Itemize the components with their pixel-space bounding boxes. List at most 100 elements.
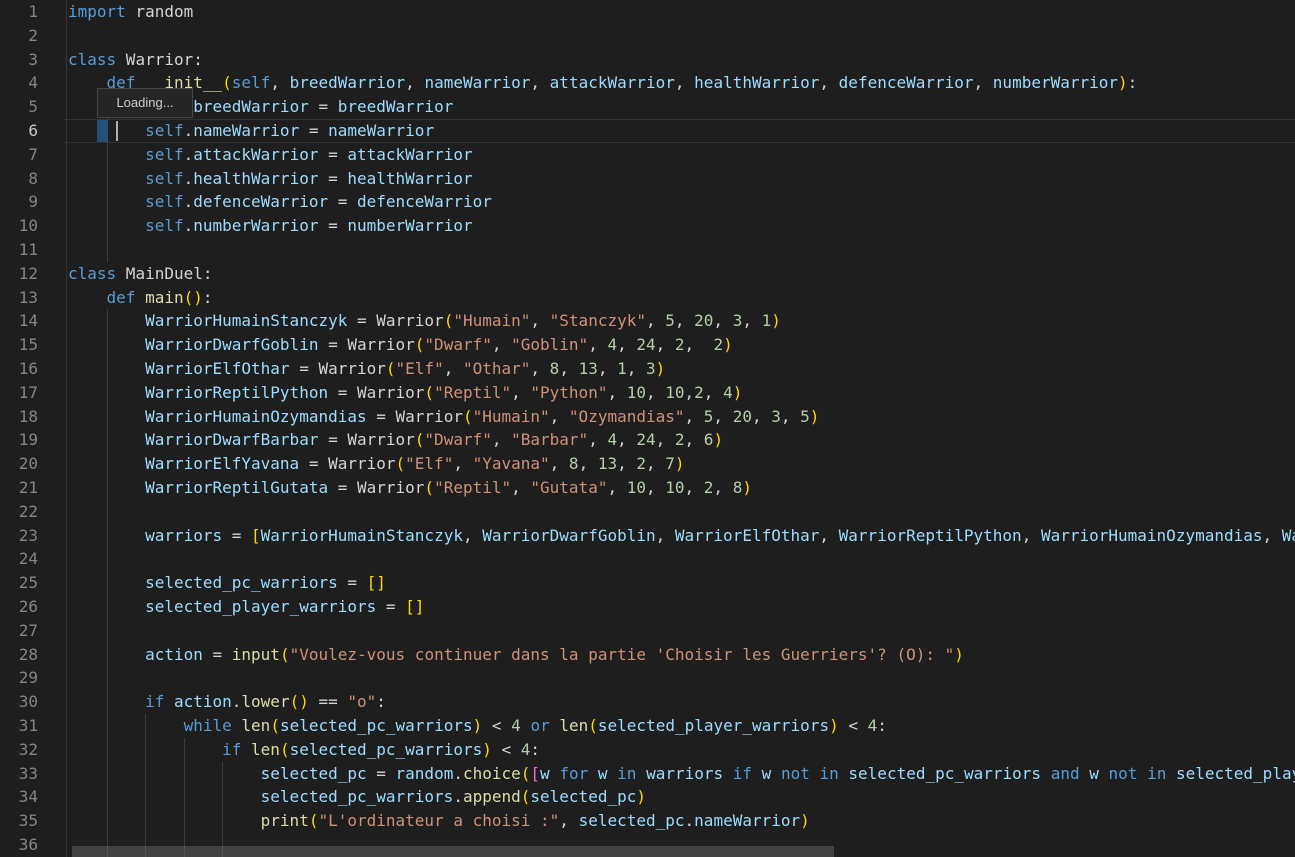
code-line[interactable]: WarriorReptilPython = Warrior("Reptil", … bbox=[63, 381, 1295, 405]
token-pl bbox=[68, 121, 145, 140]
token-pl: = bbox=[328, 192, 357, 211]
code-line[interactable]: self.attackWarrior = attackWarrior bbox=[63, 143, 1295, 167]
line-number[interactable]: 7 bbox=[0, 143, 38, 167]
line-number[interactable]: 9 bbox=[0, 190, 38, 214]
line-number[interactable]: 18 bbox=[0, 405, 38, 429]
horizontal-scrollbar-thumb[interactable] bbox=[72, 846, 834, 857]
line-number[interactable]: 21 bbox=[0, 476, 38, 500]
code-line[interactable]: def __init__(self, breedWarrior, nameWar… bbox=[63, 71, 1295, 95]
line-number[interactable]: 27 bbox=[0, 619, 38, 643]
line-number[interactable]: 15 bbox=[0, 333, 38, 357]
line-number[interactable]: 14 bbox=[0, 309, 38, 333]
code-line[interactable]: selected_pc_warriors = [] bbox=[63, 571, 1295, 595]
line-number[interactable]: 17 bbox=[0, 381, 38, 405]
code-line[interactable]: print("L'ordinateur a choisi :", selecte… bbox=[63, 809, 1295, 833]
code-line[interactable]: warriors = [WarriorHumainStanczyk, Warri… bbox=[63, 524, 1295, 548]
line-number[interactable]: 34 bbox=[0, 785, 38, 809]
line-number[interactable]: 11 bbox=[0, 238, 38, 262]
token-pl: , bbox=[781, 407, 800, 426]
line-number[interactable]: 29 bbox=[0, 666, 38, 690]
line-number[interactable]: 19 bbox=[0, 428, 38, 452]
token-vr: random bbox=[396, 764, 454, 783]
code-line[interactable]: import random bbox=[63, 0, 1295, 24]
code-line[interactable]: self.defenceWarrior = defenceWarrior bbox=[63, 190, 1295, 214]
code-line[interactable]: WarriorElfYavana = Warrior("Elf", "Yavan… bbox=[63, 452, 1295, 476]
line-number[interactable]: 32 bbox=[0, 738, 38, 762]
line-number[interactable]: 13 bbox=[0, 286, 38, 310]
token-kw: not bbox=[1109, 764, 1138, 783]
token-pl: , bbox=[819, 73, 838, 92]
line-number[interactable]: 3 bbox=[0, 48, 38, 72]
code-line[interactable]: self.healthWarrior = healthWarrior bbox=[63, 167, 1295, 191]
code-editor[interactable]: 1234567891011121314151617181920212223242… bbox=[0, 0, 1295, 857]
token-pl: , bbox=[656, 430, 675, 449]
line-number[interactable]: 5 bbox=[0, 95, 38, 119]
line-number[interactable]: 25 bbox=[0, 571, 38, 595]
line-number[interactable]: 2 bbox=[0, 24, 38, 48]
line-number[interactable]: 6 bbox=[0, 119, 38, 143]
code-line[interactable]: WarriorHumainStanczyk = Warrior("Humain"… bbox=[63, 309, 1295, 333]
token-pl: = Warrior bbox=[328, 478, 424, 497]
code-line[interactable]: WarriorReptilGutata = Warrior("Reptil", … bbox=[63, 476, 1295, 500]
line-number[interactable]: 28 bbox=[0, 643, 38, 667]
token-pl: < bbox=[492, 740, 521, 759]
code-line[interactable]: class Warrior: bbox=[63, 48, 1295, 72]
line-number[interactable]: 23 bbox=[0, 524, 38, 548]
code-line[interactable]: self.nameWarrior = nameWarrior bbox=[63, 119, 1295, 143]
token-vr: action bbox=[174, 692, 232, 711]
code-line[interactable] bbox=[63, 24, 1295, 48]
token-vr: selected_pc_warriors bbox=[848, 764, 1041, 783]
code-line[interactable]: WarriorDwarfGoblin = Warrior("Dwarf", "G… bbox=[63, 333, 1295, 357]
code-line[interactable]: selected_pc = random.choice([w for w in … bbox=[63, 762, 1295, 786]
code-line[interactable] bbox=[63, 666, 1295, 690]
code-line[interactable]: WarriorHumainOzymandias = Warrior("Humai… bbox=[63, 405, 1295, 429]
code-line[interactable]: def main(): bbox=[63, 286, 1295, 310]
code-line[interactable]: selected_player_warriors = [] bbox=[63, 595, 1295, 619]
token-pl: = bbox=[367, 764, 396, 783]
token-fn: len bbox=[251, 740, 280, 759]
code-line[interactable] bbox=[63, 238, 1295, 262]
code-line[interactable]: if len(selected_pc_warriors) < 4: bbox=[63, 738, 1295, 762]
token-nm: 4 bbox=[868, 716, 878, 735]
line-number[interactable]: 1 bbox=[0, 0, 38, 24]
token-nm: 13 bbox=[598, 454, 617, 473]
code-line[interactable]: WarriorElfOthar = Warrior("Elf", "Othar"… bbox=[63, 357, 1295, 381]
line-number[interactable]: 24 bbox=[0, 547, 38, 571]
code-line[interactable] bbox=[63, 619, 1295, 643]
code-line[interactable]: self.numberWarrior = numberWarrior bbox=[63, 214, 1295, 238]
code-line[interactable]: if action.lower() == "o": bbox=[63, 690, 1295, 714]
line-number[interactable]: 12 bbox=[0, 262, 38, 286]
token-pl: , bbox=[579, 454, 598, 473]
line-number[interactable]: 31 bbox=[0, 714, 38, 738]
code-line[interactable]: while len(selected_pc_warriors) < 4 or l… bbox=[63, 714, 1295, 738]
code-area[interactable]: import random class Warrior: def __init__… bbox=[63, 0, 1295, 857]
token-pl: : bbox=[1128, 73, 1138, 92]
code-line[interactable]: action = input("Voulez-vous continuer da… bbox=[63, 643, 1295, 667]
line-number[interactable]: 26 bbox=[0, 595, 38, 619]
token-kw: while bbox=[184, 716, 232, 735]
token-pl bbox=[68, 764, 261, 783]
token-pl bbox=[68, 811, 261, 830]
token-vr: WarriorDwarfGoblin bbox=[145, 335, 318, 354]
line-number[interactable]: 16 bbox=[0, 357, 38, 381]
code-line[interactable]: WarriorDwarfBarbar = Warrior("Dwarf", "B… bbox=[63, 428, 1295, 452]
line-number[interactable]: 35 bbox=[0, 809, 38, 833]
line-number[interactable]: 4 bbox=[0, 71, 38, 95]
code-line[interactable] bbox=[63, 547, 1295, 571]
token-nm: 2 bbox=[694, 383, 704, 402]
line-number[interactable]: 33 bbox=[0, 762, 38, 786]
code-line[interactable]: class MainDuel: bbox=[63, 262, 1295, 286]
token-pl: : bbox=[203, 288, 213, 307]
token-pl bbox=[771, 764, 781, 783]
token-b1: () bbox=[184, 288, 203, 307]
line-number[interactable]: 22 bbox=[0, 500, 38, 524]
line-number[interactable]: 30 bbox=[0, 690, 38, 714]
line-number[interactable]: 36 bbox=[0, 833, 38, 857]
token-st: "Stanczyk" bbox=[550, 311, 646, 330]
line-number[interactable]: 10 bbox=[0, 214, 38, 238]
line-number[interactable]: 20 bbox=[0, 452, 38, 476]
code-line[interactable]: selected_pc_warriors.append(selected_pc) bbox=[63, 785, 1295, 809]
line-number[interactable]: 8 bbox=[0, 167, 38, 191]
code-line[interactable] bbox=[63, 500, 1295, 524]
code-line[interactable]: self.breedWarrior = breedWarrior bbox=[63, 95, 1295, 119]
